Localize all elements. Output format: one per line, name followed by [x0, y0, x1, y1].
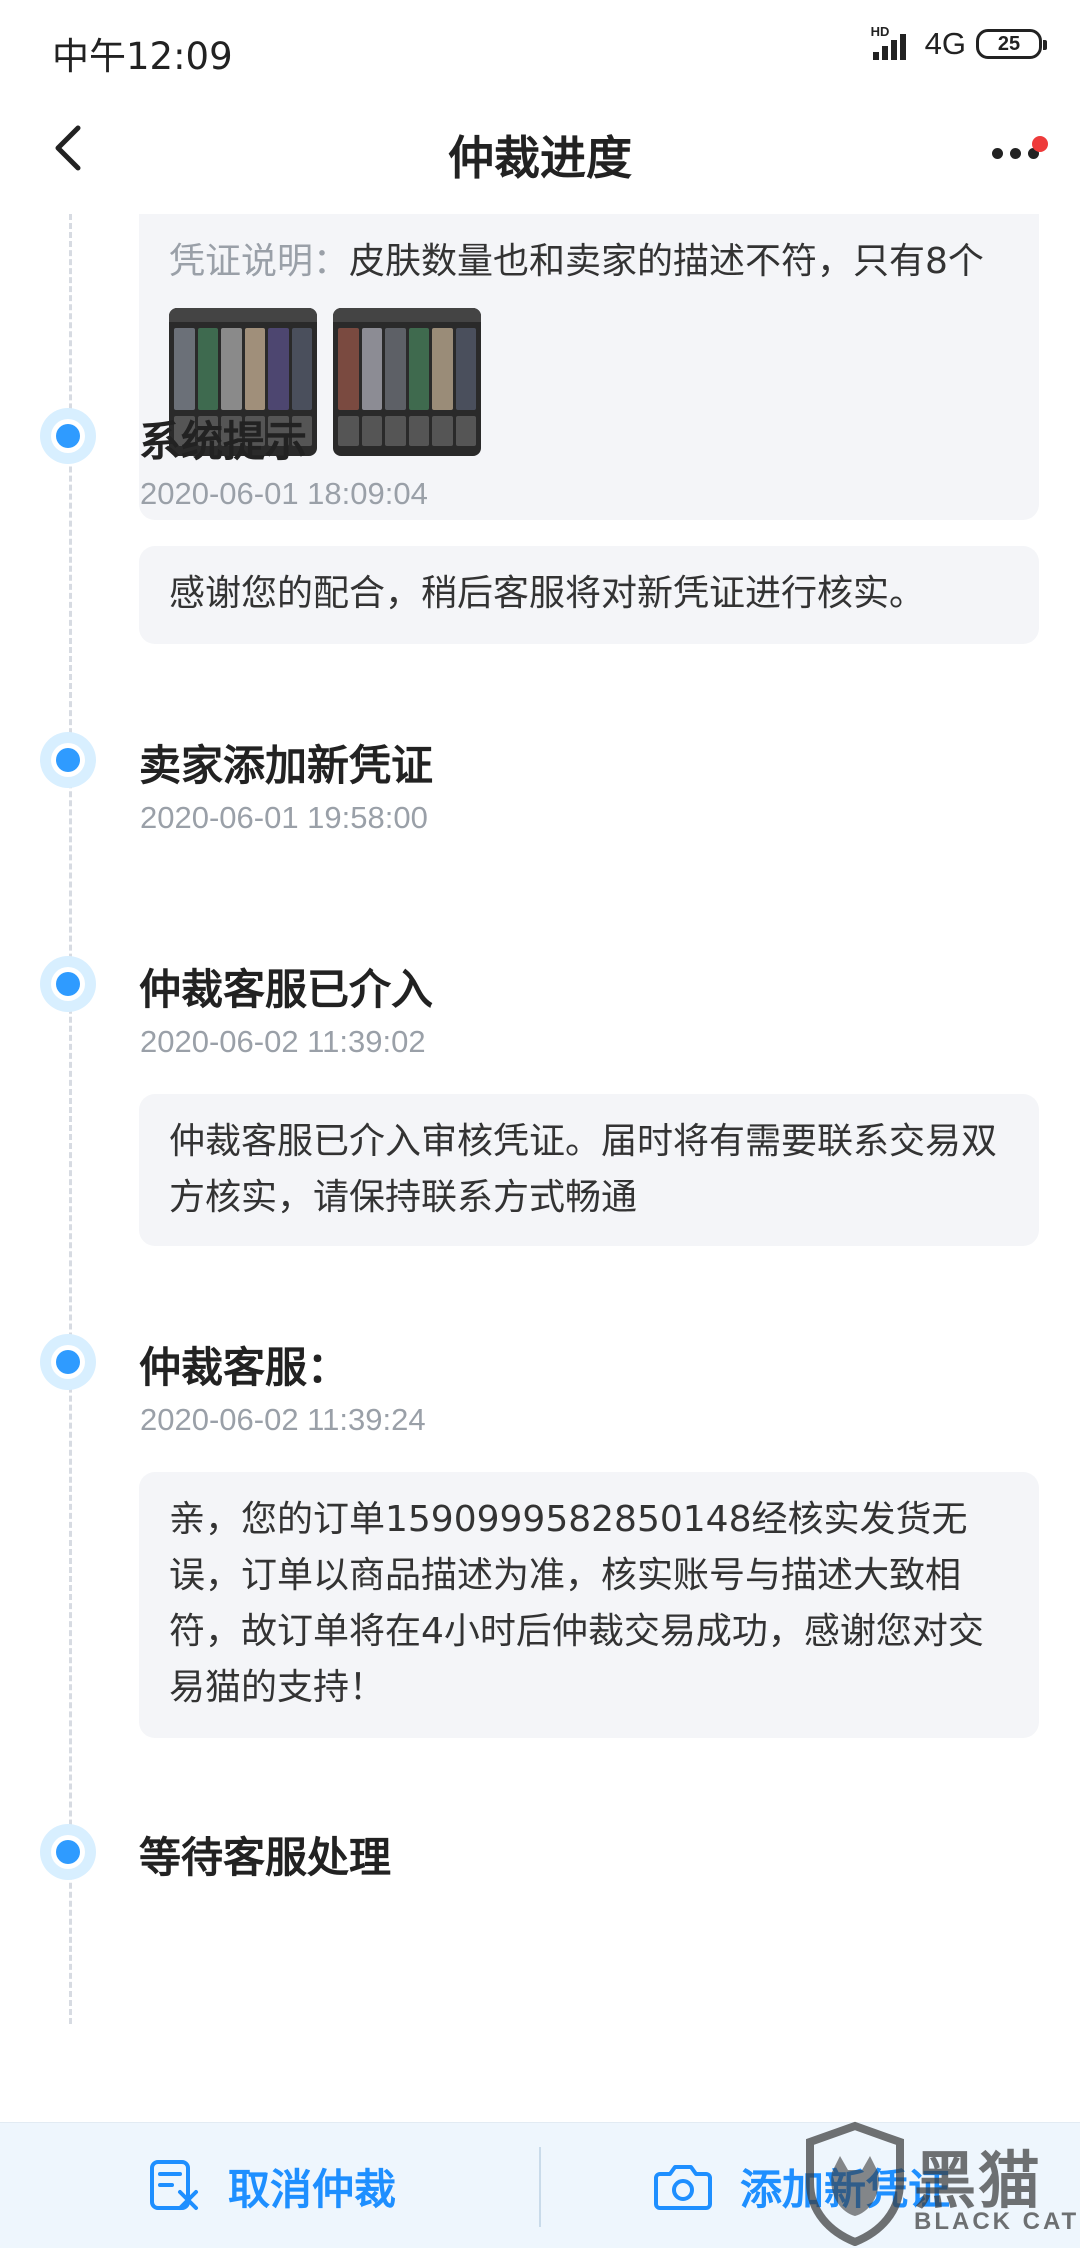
timeline-dot — [40, 732, 96, 788]
more-button[interactable] — [986, 126, 1050, 176]
nav-bar: 仲裁进度 — [0, 96, 1080, 214]
more-icon — [992, 148, 1039, 159]
event-title: 仲裁客服已介入 — [139, 965, 434, 1014]
event-time: 2020-06-02 11:39:24 — [140, 1402, 426, 1437]
evidence-card: 凭证说明： 皮肤数量也和卖家的描述不符，只有8个 — [139, 214, 1039, 520]
notification-badge — [1032, 136, 1048, 152]
battery-icon: 25 — [976, 29, 1047, 59]
status-icons: HD 4G 25 — [869, 24, 1047, 64]
signal-icon: HD — [869, 24, 915, 64]
page-title: 仲裁进度 — [448, 131, 632, 185]
timeline-dot — [40, 1334, 96, 1390]
arbitration-timeline: 凭证说明： 皮肤数量也和卖家的描述不符，只有8个 系统提示 2020-06-01… — [0, 214, 1080, 2122]
camera-icon — [654, 2165, 712, 2210]
status-time: 中午12:09 — [52, 35, 233, 78]
status-bar: 中午12:09 HD 4G 25 — [0, 0, 1080, 96]
cancel-arbitration-button[interactable]: 取消仲裁 — [146, 2123, 396, 2248]
shield-cat-icon — [806, 2121, 904, 2246]
network-type: 4G — [924, 26, 966, 61]
event-time: 2020-06-01 19:58:00 — [140, 800, 428, 835]
timeline-dot — [40, 408, 96, 464]
event-title: 系统提示 — [139, 417, 308, 466]
event-time: 2020-06-02 11:39:02 — [140, 1024, 426, 1059]
blackcat-watermark: 黑猫 BLACK CAT — [798, 2120, 1080, 2248]
bottom-divider — [539, 2147, 541, 2227]
event-message: 亲，您的订单1590999582850148经核实发货无误，订单以商品描述为准，… — [139, 1472, 1039, 1738]
timeline-line — [69, 214, 72, 2024]
evidence-label: 凭证说明： — [169, 241, 350, 282]
event-title: 卖家添加新凭证 — [139, 741, 434, 790]
event-title: 等待客服处理 — [139, 1833, 392, 1882]
timeline-dot — [40, 956, 96, 1012]
event-time: 2020-06-01 18:09:04 — [140, 476, 428, 511]
watermark-text: 黑猫 — [914, 2144, 1043, 2217]
cancel-arbitration-label: 取消仲裁 — [228, 2164, 397, 2214]
event-message: 仲裁客服已介入审核凭证。届时将有需要联系交易双方核实，请保持联系方式畅通 — [139, 1094, 1039, 1246]
watermark-subtext: BLACK CAT — [914, 2208, 1080, 2235]
evidence-text: 皮肤数量也和卖家的描述不符，只有8个 — [349, 241, 984, 282]
battery-level: 25 — [997, 32, 1021, 55]
evidence-image[interactable] — [333, 308, 481, 456]
timeline-dot — [40, 1824, 96, 1880]
cancel-document-icon — [150, 2160, 198, 2210]
event-message: 感谢您的配合，稍后客服将对新凭证进行核实。 — [139, 546, 1039, 644]
event-title: 仲裁客服： — [139, 1343, 350, 1392]
